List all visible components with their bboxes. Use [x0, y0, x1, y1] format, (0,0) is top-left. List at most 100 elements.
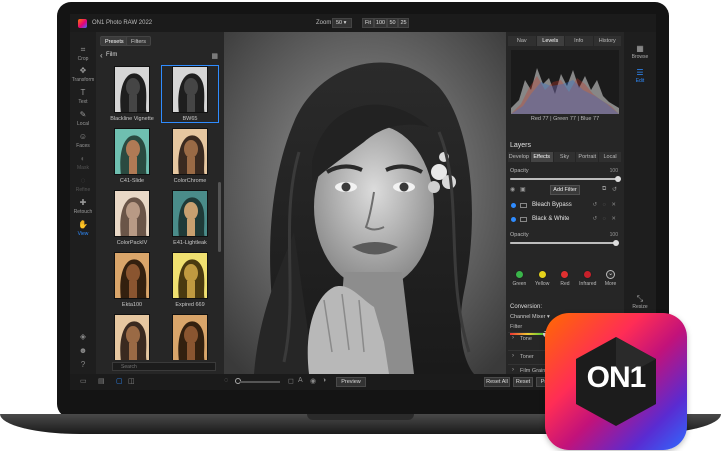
category-header[interactable]: ‹ Film ▦ — [96, 50, 224, 62]
filter-opacity-slider[interactable] — [510, 240, 619, 246]
preset-item[interactable]: ColorPackIV — [104, 190, 160, 246]
rail-label: Edit — [635, 78, 645, 84]
swatch-green[interactable]: Green — [510, 270, 528, 296]
preset-search-input[interactable] — [112, 362, 216, 371]
tool-mask[interactable]: ◐ Mask — [70, 153, 96, 171]
filter-active-dot[interactable] — [511, 217, 516, 222]
preset-item[interactable]: Blackline Vignette — [104, 66, 160, 122]
preset-item[interactable]: E41-Lightleak — [162, 190, 218, 246]
zoom-value: 50 — [336, 20, 343, 26]
filter-name: Bleach Bypass — [532, 202, 572, 208]
panel-toggle-icon[interactable]: ▭ — [80, 377, 87, 385]
preset-item[interactable]: Expired 669 — [162, 252, 218, 308]
preset-item[interactable] — [162, 314, 218, 360]
filter-mask-icon[interactable] — [520, 217, 527, 222]
slider-knob[interactable] — [612, 240, 619, 246]
tool-faces[interactable]: ☺ Faces — [70, 131, 96, 149]
preset-thumbnail — [114, 128, 150, 175]
zoom-50-button[interactable]: 50 — [387, 18, 398, 28]
rail-browse[interactable]: ▦ Browse — [624, 44, 656, 60]
tool-view[interactable]: ✋ View — [70, 219, 96, 237]
tool-crop[interactable]: ⌗ Crop — [70, 44, 96, 62]
add-filter-button[interactable]: Add Filter — [550, 185, 580, 195]
tab-history[interactable]: History — [593, 36, 621, 46]
copy-icon[interactable]: ⧉ — [602, 186, 606, 193]
filter-actions-icon[interactable]: ↺ ◌ ✕ — [592, 216, 618, 222]
preset-item[interactable]: BW65 — [161, 65, 219, 123]
preset-item[interactable]: ColorChrome — [162, 128, 218, 184]
swatch-more[interactable]: ⌄ More — [602, 270, 620, 296]
help-icon[interactable]: ? — [78, 360, 88, 370]
mask-toggle-icon[interactable]: ▣ — [520, 186, 526, 193]
eye-icon[interactable]: ◉ — [310, 377, 316, 385]
preset-label: C41-Slide — [119, 178, 145, 184]
image-canvas[interactable] — [224, 32, 506, 374]
layers-stack-icon[interactable]: ◈ — [78, 332, 88, 342]
tab-sky[interactable]: Sky — [553, 152, 576, 162]
filmstrip-icon[interactable]: ▤ — [98, 377, 105, 385]
single-view-icon[interactable]: ▢ — [116, 377, 123, 385]
filter-mask-icon[interactable] — [520, 203, 527, 208]
tool-local[interactable]: ✎ Local — [70, 109, 96, 127]
tab-info[interactable]: Info — [565, 36, 593, 46]
text-overlay-icon[interactable]: A — [298, 377, 303, 384]
zoom-100-button[interactable]: 100 — [374, 18, 387, 28]
tool-refine[interactable]: ◌ Refine — [70, 175, 96, 193]
tool-text[interactable]: T Text — [70, 87, 96, 105]
tab-presets[interactable]: Presets — [100, 36, 129, 46]
filter-actions-icon[interactable]: ↺ ◌ ✕ — [592, 202, 618, 208]
swatch-infrared[interactable]: Infrared — [579, 270, 597, 296]
module-tabs: Develop Effects Sky Portrait Local — [508, 152, 622, 162]
slider-knob[interactable] — [615, 176, 621, 182]
tab-local[interactable]: Local — [599, 152, 621, 162]
crop-overlay-icon[interactable]: ◻ — [288, 377, 294, 385]
swatch-red[interactable]: Red — [556, 270, 574, 296]
zoom-fit-button[interactable]: Fit — [362, 18, 374, 28]
zoom-25-button[interactable]: 25 — [398, 18, 409, 28]
mask-view-icon[interactable]: ◑ — [322, 377, 326, 384]
preview-button[interactable]: Preview — [336, 377, 366, 387]
reset-button[interactable]: Reset — [513, 377, 533, 387]
badge-text: ON1 — [586, 361, 647, 394]
rail-resize[interactable]: ⤡ Resize — [624, 294, 656, 310]
tool-label: Local — [77, 121, 89, 127]
compare-view-icon[interactable]: ◫ — [128, 377, 135, 385]
preset-label: ColorPackIV — [116, 240, 148, 246]
tab-portrait[interactable]: Portrait — [576, 152, 599, 162]
filter-row-black-white[interactable]: Black & White ↺ ◌ ✕ — [508, 214, 622, 226]
loupe-icon[interactable]: ◌ — [224, 377, 228, 384]
yellow-dot-icon — [537, 270, 547, 279]
conversion-select[interactable]: Channel Mixer ▾ — [510, 313, 550, 322]
swatch-yellow[interactable]: Yellow — [533, 270, 551, 296]
reset-icon[interactable]: ↺ — [612, 186, 617, 193]
zoom-slider[interactable] — [240, 381, 280, 383]
tab-develop[interactable]: Develop — [508, 152, 530, 162]
preset-item[interactable] — [104, 314, 160, 360]
chevron-left-icon[interactable]: ‹ — [100, 51, 103, 60]
preset-item[interactable]: Ekta100 — [104, 252, 160, 308]
preset-label: Ekta100 — [121, 302, 143, 308]
rail-edit[interactable]: ☰ Edit — [624, 68, 656, 84]
filter-row-bleach-bypass[interactable]: Bleach Bypass ↺ ◌ ✕ — [508, 200, 622, 212]
zoom-select[interactable]: 50 ▾ — [332, 18, 352, 28]
tool-retouch[interactable]: ✚ Retouch — [70, 197, 96, 215]
grid-view-icon[interactable]: ▦ — [211, 52, 218, 60]
preset-thumbnail — [114, 314, 150, 360]
presets-scrollbar[interactable] — [218, 182, 221, 252]
tab-nav[interactable]: Nav — [508, 36, 536, 46]
visibility-icon[interactable]: ◉ — [510, 186, 515, 193]
tab-filters[interactable]: Filters — [126, 36, 151, 46]
filter-active-dot[interactable] — [511, 203, 516, 208]
tool-transform[interactable]: ✥ Transform — [70, 65, 96, 83]
preset-item[interactable]: C41-Slide — [104, 128, 160, 184]
preset-thumbnail — [172, 314, 208, 360]
reset-all-button[interactable]: Reset All — [484, 377, 510, 387]
preset-grid: Blackline Vignette BW65 C41-Slide ColorChro… — [96, 64, 224, 360]
user-icon[interactable]: ☻ — [78, 346, 88, 356]
resize-icon: ⤡ — [636, 294, 644, 303]
filter-name: Black & White — [532, 216, 570, 222]
tab-effects[interactable]: Effects — [530, 152, 553, 162]
tab-levels[interactable]: Levels — [536, 36, 564, 46]
opacity-slider[interactable] — [510, 176, 621, 182]
laptop-notch — [307, 414, 414, 420]
